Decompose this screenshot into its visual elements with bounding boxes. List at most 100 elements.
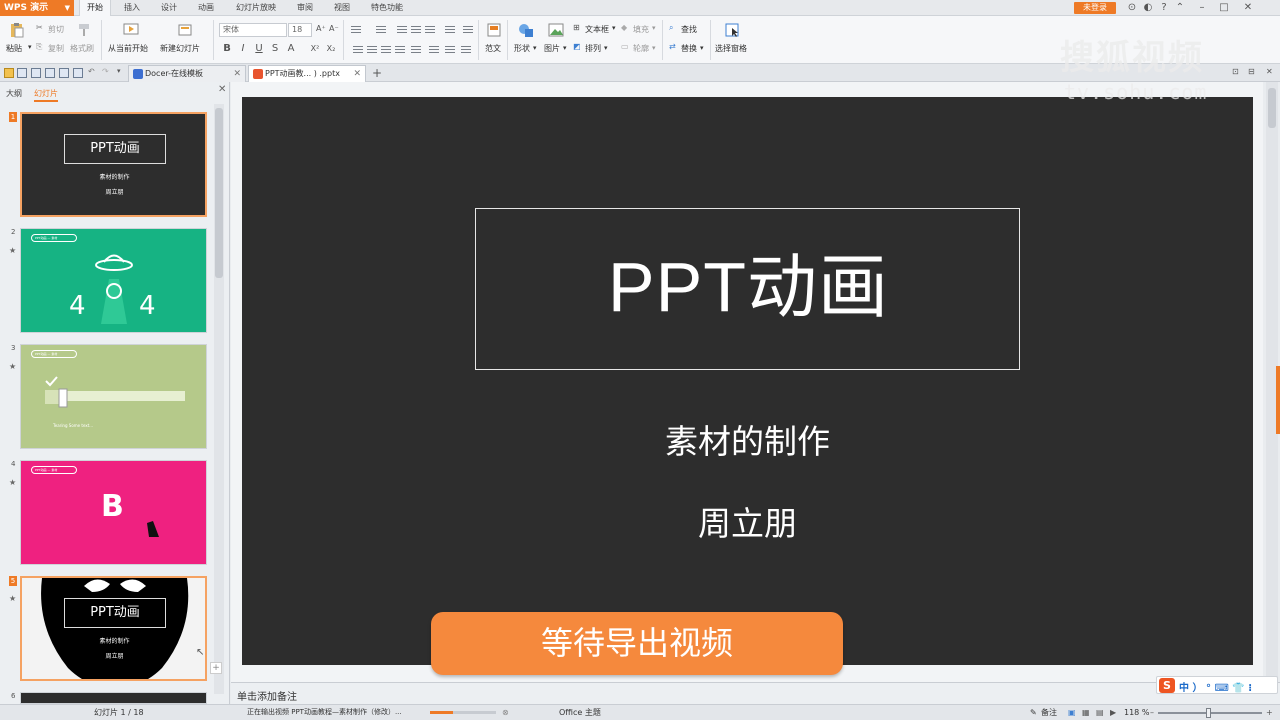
new-slide-icon[interactable] [177, 22, 193, 38]
scissors-icon[interactable]: ✂ [36, 23, 43, 32]
slide-author[interactable]: 周立朋 [242, 497, 1253, 545]
tab-home[interactable]: 开始 [79, 0, 111, 16]
arrange-icon[interactable]: ◩ [573, 42, 581, 51]
columns-icon[interactable] [444, 24, 456, 34]
side-task-pane-toggle[interactable] [1276, 366, 1280, 434]
current-slide[interactable]: PPT动画 素材的制作 周立朋 [242, 97, 1253, 665]
slide-thumbnail[interactable]: PPT动画 素材的制作 周立朋 [20, 112, 207, 217]
slideshow-icon[interactable]: ▶ [1110, 705, 1116, 720]
copy-button[interactable]: 复制 [48, 43, 64, 54]
replace-button[interactable]: 替换 [681, 43, 697, 54]
notes-pane[interactable]: 单击添加备注 [231, 682, 1280, 704]
restore-down-icon[interactable]: ⊟ [1248, 67, 1255, 76]
preview-icon[interactable] [59, 68, 69, 78]
cancel-export-icon[interactable]: ⊗ [502, 705, 509, 720]
sogou-ime-icon[interactable]: S [1159, 678, 1175, 693]
thumbnail-scrollbar[interactable] [214, 104, 224, 694]
text-direction-icon[interactable] [424, 24, 436, 34]
chevron-down-icon[interactable]: ▾ [612, 24, 616, 32]
reading-view-icon[interactable]: ▤ [1096, 705, 1104, 720]
tab-document[interactable]: PPT动画教... ) .pptx ✕ [248, 65, 366, 82]
textbox-icon[interactable]: ⊞ [573, 23, 580, 32]
font-name-select[interactable]: 宋体 [219, 23, 287, 37]
picture-button[interactable]: 图片 [544, 43, 560, 54]
outline-icon[interactable]: ▭ [621, 42, 629, 51]
close-icon[interactable]: ✕ [233, 66, 241, 82]
tab-outline[interactable]: 大纲 [6, 88, 22, 99]
chevron-down-icon[interactable]: ▾ [563, 44, 567, 52]
tab-view[interactable]: 视图 [327, 0, 357, 16]
format-painter-button[interactable]: 格式刷 [70, 43, 94, 54]
align-right-icon[interactable] [380, 44, 392, 54]
tab-docer[interactable]: Docer-在线模板 ✕ [128, 65, 246, 82]
italic-icon[interactable]: I [237, 43, 249, 55]
print-preview-icon[interactable] [73, 68, 83, 78]
tab-insert[interactable]: 插入 [117, 0, 147, 16]
bold-icon[interactable]: B [221, 43, 233, 55]
ime-status[interactable]: 中 ） ° ⌨ 👕 ⁝ [1179, 679, 1252, 694]
replace-icon[interactable]: ⇄ [669, 42, 676, 51]
textbox-button[interactable]: 文本框 [585, 24, 609, 35]
print-icon[interactable] [45, 68, 55, 78]
template-icon[interactable] [486, 22, 502, 38]
selection-pane-button[interactable]: 选择窗格 [715, 43, 747, 54]
shrink-font-icon[interactable]: A⁻ [329, 24, 339, 33]
cut-button[interactable]: 剪切 [48, 24, 64, 35]
slide-thumbnail[interactable]: PPT动画 — 素材 4 4 [20, 228, 207, 333]
close-doc-icon[interactable]: ✕ [1266, 67, 1273, 76]
strikethrough-icon[interactable]: S [269, 43, 281, 55]
spell-check-icon[interactable]: ✎ [1030, 705, 1037, 720]
format-painter-icon[interactable] [76, 22, 92, 38]
chevron-down-icon[interactable]: ▾ [28, 43, 32, 51]
minimize-icon[interactable]: – [1196, 2, 1208, 14]
numbering-icon[interactable] [375, 24, 387, 34]
increase-indent-icon[interactable] [410, 24, 422, 34]
help-icon[interactable]: ? [1158, 2, 1170, 14]
new-slide-button[interactable]: 新建幻灯片 [160, 43, 200, 54]
more-paragraph-icon[interactable] [460, 44, 472, 54]
copy-icon[interactable]: ⎘ [36, 42, 42, 52]
grow-font-icon[interactable]: A⁺ [316, 24, 326, 33]
superscript-icon[interactable]: X² [309, 43, 321, 55]
find-icon[interactable]: ⌕ [669, 23, 673, 33]
font-color-icon[interactable]: A [285, 43, 297, 55]
chevron-down-icon[interactable]: ▾ [652, 24, 656, 32]
subscript-icon[interactable]: X₂ [325, 43, 337, 55]
close-icon[interactable]: ✕ [353, 66, 361, 82]
slide-thumbnail[interactable]: PPT动画 — 素材 Tearing Some text... [20, 344, 207, 449]
title-placeholder[interactable]: PPT动画 [475, 208, 1020, 370]
valign-icon[interactable] [444, 44, 456, 54]
shape-icon[interactable] [518, 22, 534, 38]
login-button[interactable]: 未登录 [1074, 2, 1116, 14]
open-icon[interactable] [4, 68, 14, 78]
selection-pane-icon[interactable] [724, 22, 740, 38]
tab-slides[interactable]: 幻灯片 [34, 88, 58, 102]
template-button[interactable]: 范文 [485, 43, 501, 54]
bullets-icon[interactable] [350, 24, 362, 34]
chevron-down-icon[interactable]: ▾ [533, 44, 537, 52]
picture-icon[interactable] [548, 22, 564, 38]
normal-view-icon[interactable]: ▣ [1068, 705, 1076, 720]
notes-toggle[interactable]: 备注 [1041, 705, 1057, 720]
save-icon[interactable] [17, 68, 27, 78]
underline-icon[interactable]: U [253, 43, 265, 55]
close-icon[interactable]: ✕ [1242, 2, 1254, 14]
tab-animation[interactable]: 动画 [191, 0, 221, 16]
tab-review[interactable]: 审阅 [290, 0, 320, 16]
slide-thumbnail[interactable]: PPT动画 素材的制作 周立朋 [20, 576, 207, 681]
zoom-out-icon[interactable]: – [1150, 705, 1154, 720]
tab-slideshow[interactable]: 幻灯片放映 [230, 0, 282, 16]
close-icon[interactable]: ✕ [218, 84, 226, 95]
fill-button[interactable]: 填充 [633, 24, 649, 35]
paste-button[interactable]: 粘贴 [6, 43, 22, 54]
zoom-in-icon[interactable]: + [1266, 705, 1273, 720]
line-spacing-icon[interactable] [462, 24, 474, 34]
add-slide-icon[interactable]: + [210, 662, 222, 674]
play-from-current-icon[interactable] [123, 22, 139, 38]
from-current-button[interactable]: 从当前开始 [108, 43, 148, 54]
tab-special[interactable]: 特色功能 [366, 0, 408, 16]
chevron-down-icon[interactable]: ▾ [652, 44, 656, 52]
tab-design[interactable]: 设计 [154, 0, 184, 16]
skin-icon[interactable]: ◐ [1142, 2, 1154, 14]
align-left-icon[interactable] [352, 44, 364, 54]
